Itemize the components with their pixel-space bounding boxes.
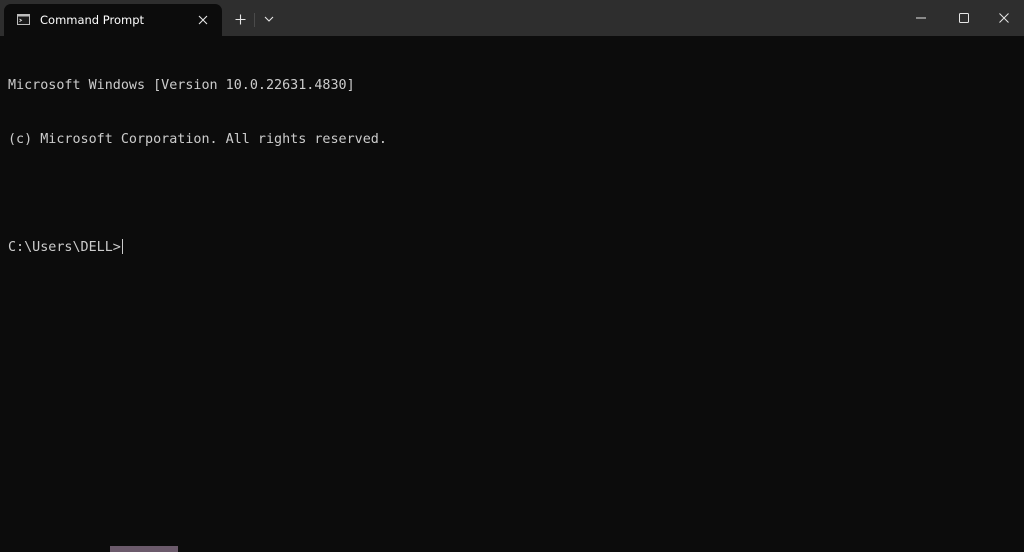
tab-command-prompt[interactable]: Command Prompt: [4, 4, 222, 36]
tab-divider: [254, 13, 255, 27]
prompt-line[interactable]: C:\Users\DELL>: [8, 239, 1016, 257]
terminal-window: Command Prompt Microsoft Windows [Versio…: [0, 0, 1024, 552]
new-tab-button[interactable]: [230, 9, 250, 29]
close-window-button[interactable]: [981, 0, 1024, 36]
close-icon: [999, 13, 1009, 23]
minimize-icon: [916, 17, 926, 19]
cmd-icon: [17, 14, 30, 25]
plus-icon: [235, 14, 245, 24]
close-icon: [198, 15, 208, 25]
prompt-text: C:\Users\DELL>: [8, 240, 121, 255]
chevron-down-icon: [264, 16, 274, 22]
console-line: Microsoft Windows [Version 10.0.22631.48…: [8, 78, 355, 93]
console-line: (c) Microsoft Corporation. All rights re…: [8, 132, 387, 147]
console-output[interactable]: Microsoft Windows [Version 10.0.22631.48…: [8, 41, 1016, 293]
profiles-dropdown-button[interactable]: [259, 9, 279, 29]
maximize-icon: [959, 13, 969, 23]
text-cursor: [121, 239, 123, 254]
taskbar-item: [110, 546, 178, 552]
tab-title: Command Prompt: [40, 13, 145, 27]
tab-close-button[interactable]: [195, 12, 211, 28]
title-bar[interactable]: Command Prompt: [0, 0, 1024, 36]
minimize-button[interactable]: [898, 0, 944, 36]
